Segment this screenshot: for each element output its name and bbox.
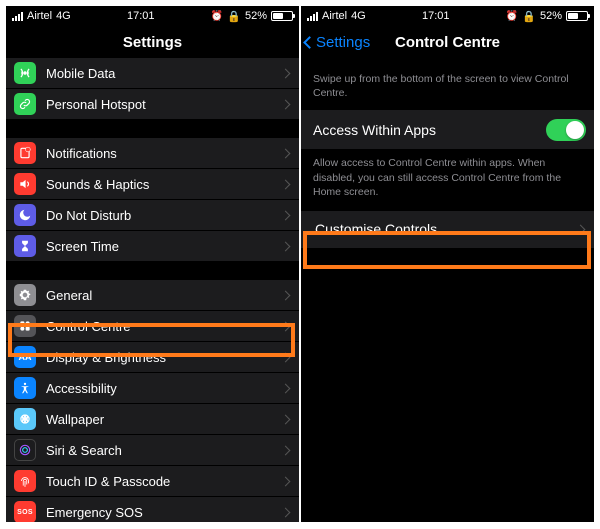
carrier-label: Airtel bbox=[322, 10, 347, 22]
sos-icon: SOS bbox=[14, 501, 36, 522]
row-do-not-disturb[interactable]: Do Not Disturb bbox=[6, 200, 299, 231]
signal-icon bbox=[12, 12, 23, 21]
signal-icon bbox=[307, 12, 318, 21]
row-control-centre[interactable]: Control Centre bbox=[6, 311, 299, 342]
alarm-icon: ⏰ bbox=[211, 11, 223, 22]
row-label: Display & Brightness bbox=[36, 350, 282, 365]
control-centre-icon bbox=[14, 315, 36, 337]
hourglass-icon bbox=[14, 235, 36, 257]
row-touch-id[interactable]: Touch ID & Passcode bbox=[6, 466, 299, 497]
row-label: Sounds & Haptics bbox=[36, 177, 282, 192]
notifications-icon bbox=[14, 142, 36, 164]
row-label: Control Centre bbox=[36, 319, 282, 334]
fingerprint-icon bbox=[14, 470, 36, 492]
alarm-icon: ⏰ bbox=[506, 11, 518, 22]
rotation-lock-icon: 🔒 bbox=[522, 10, 536, 23]
chevron-right-icon bbox=[281, 445, 291, 455]
navbar: Settings Control Centre bbox=[301, 26, 594, 58]
row-label: Personal Hotspot bbox=[36, 97, 282, 112]
chevron-right-icon bbox=[281, 241, 291, 251]
back-label: Settings bbox=[316, 34, 370, 51]
wallpaper-icon bbox=[14, 408, 36, 430]
row-label: Do Not Disturb bbox=[36, 208, 282, 223]
status-time: 17:01 bbox=[422, 10, 450, 22]
row-label: Mobile Data bbox=[36, 66, 282, 81]
accessibility-icon bbox=[14, 377, 36, 399]
row-label: Siri & Search bbox=[36, 443, 282, 458]
back-button[interactable]: Settings bbox=[305, 26, 370, 58]
chevron-right-icon bbox=[281, 507, 291, 517]
row-access-within-apps[interactable]: Access Within Apps bbox=[301, 110, 594, 150]
chevron-right-icon bbox=[281, 148, 291, 158]
page-title: Settings bbox=[123, 34, 182, 51]
chevron-right-icon bbox=[281, 290, 291, 300]
navbar: Settings bbox=[6, 26, 299, 58]
access-toggle[interactable] bbox=[546, 119, 586, 141]
chevron-right-icon bbox=[281, 210, 291, 220]
row-label: Customise Controls bbox=[309, 221, 577, 237]
display-icon: AA bbox=[14, 346, 36, 368]
row-label: Accessibility bbox=[36, 381, 282, 396]
row-label: Screen Time bbox=[36, 239, 282, 254]
link-icon bbox=[14, 93, 36, 115]
chevron-right-icon bbox=[281, 352, 291, 362]
control-centre-screen: Airtel 4G 17:01 ⏰ 🔒 52% Settings Control… bbox=[301, 6, 594, 522]
chevron-right-icon bbox=[281, 476, 291, 486]
row-siri-search[interactable]: Siri & Search bbox=[6, 435, 299, 466]
page-title: Control Centre bbox=[395, 34, 500, 51]
rotation-lock-icon: 🔒 bbox=[227, 10, 241, 23]
chevron-right-icon bbox=[281, 99, 291, 109]
settings-screen: Airtel 4G 17:01 ⏰ 🔒 52% Settings Mobile … bbox=[6, 6, 299, 522]
row-label: General bbox=[36, 288, 282, 303]
row-screen-time[interactable]: Screen Time bbox=[6, 231, 299, 262]
row-label: Access Within Apps bbox=[309, 122, 546, 138]
status-time: 17:01 bbox=[127, 10, 155, 22]
battery-icon bbox=[271, 11, 293, 21]
chevron-right-icon bbox=[281, 383, 291, 393]
status-bar: Airtel 4G 17:01 ⏰ 🔒 52% bbox=[6, 6, 299, 26]
row-label: Wallpaper bbox=[36, 412, 282, 427]
chevron-right-icon bbox=[281, 414, 291, 424]
row-mobile-data[interactable]: Mobile Data bbox=[6, 58, 299, 89]
description-access: Allow access to Control Centre within ap… bbox=[301, 150, 594, 211]
row-notifications[interactable]: Notifications bbox=[6, 138, 299, 169]
chevron-right-icon bbox=[281, 321, 291, 331]
row-sounds-haptics[interactable]: Sounds & Haptics bbox=[6, 169, 299, 200]
row-emergency-sos[interactable]: SOS Emergency SOS bbox=[6, 497, 299, 522]
row-label: Touch ID & Passcode bbox=[36, 474, 282, 489]
description-swipe: Swipe up from the bottom of the screen t… bbox=[301, 58, 594, 110]
row-personal-hotspot[interactable]: Personal Hotspot bbox=[6, 89, 299, 120]
network-label: 4G bbox=[56, 10, 71, 22]
speaker-icon bbox=[14, 173, 36, 195]
row-wallpaper[interactable]: Wallpaper bbox=[6, 404, 299, 435]
chevron-right-icon bbox=[576, 224, 586, 234]
battery-percent: 52% bbox=[540, 10, 562, 22]
gear-icon bbox=[14, 284, 36, 306]
chevron-right-icon bbox=[281, 179, 291, 189]
row-accessibility[interactable]: Accessibility bbox=[6, 373, 299, 404]
row-general[interactable]: General bbox=[6, 280, 299, 311]
antenna-icon bbox=[14, 62, 36, 84]
carrier-label: Airtel bbox=[27, 10, 52, 22]
row-label: Notifications bbox=[36, 146, 282, 161]
row-label: Emergency SOS bbox=[36, 505, 282, 520]
row-display-brightness[interactable]: AA Display & Brightness bbox=[6, 342, 299, 373]
battery-percent: 52% bbox=[245, 10, 267, 22]
battery-icon bbox=[566, 11, 588, 21]
settings-list[interactable]: Mobile Data Personal Hotspot Notificatio… bbox=[6, 58, 299, 522]
status-bar: Airtel 4G 17:01 ⏰ 🔒 52% bbox=[301, 6, 594, 26]
row-customise-controls[interactable]: Customise Controls bbox=[301, 211, 594, 249]
control-centre-content: Swipe up from the bottom of the screen t… bbox=[301, 58, 594, 522]
network-label: 4G bbox=[351, 10, 366, 22]
moon-icon bbox=[14, 204, 36, 226]
chevron-right-icon bbox=[281, 68, 291, 78]
siri-icon bbox=[14, 439, 36, 461]
chevron-left-icon bbox=[303, 36, 316, 49]
